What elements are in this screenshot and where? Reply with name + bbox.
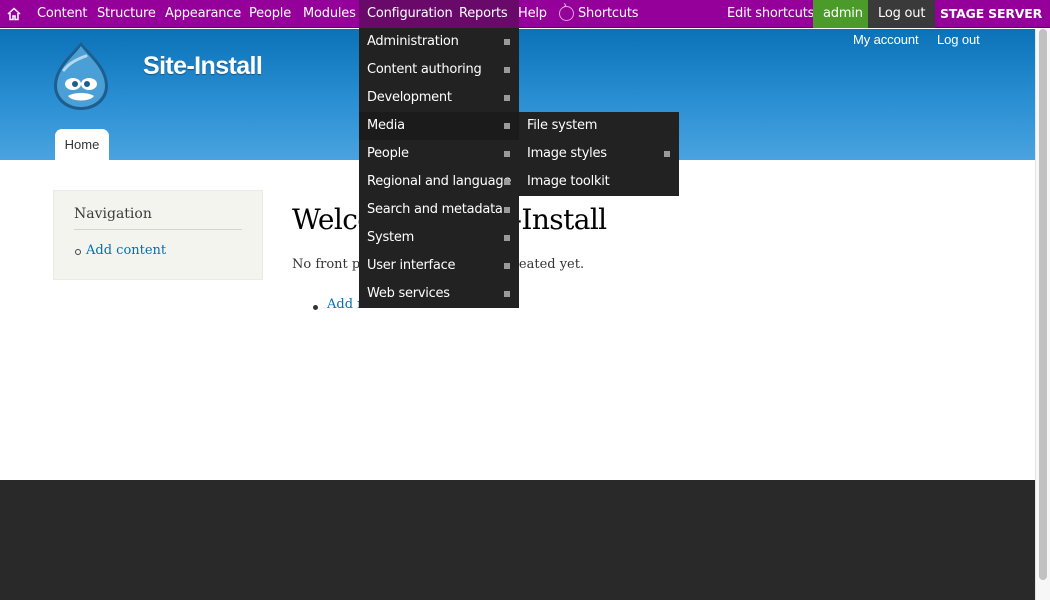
toolbar-logout-link[interactable]: Log out bbox=[868, 0, 936, 28]
site-footer bbox=[0, 480, 1035, 600]
submenu-arrow-icon bbox=[504, 95, 510, 101]
bullet-icon bbox=[313, 305, 318, 310]
toolbar-reports[interactable]: Reports bbox=[459, 0, 508, 28]
edit-shortcuts-link[interactable]: Edit shortcuts bbox=[727, 0, 814, 28]
header-logout-link[interactable]: Log out bbox=[937, 32, 980, 47]
configuration-dropdown-menu: Administration Content authoring Develop… bbox=[359, 28, 519, 308]
submenu-item-label: File system bbox=[527, 118, 598, 133]
toolbar-content[interactable]: Content bbox=[37, 0, 88, 28]
menu-item-label: Regional and language bbox=[367, 174, 512, 189]
submenu-arrow-icon bbox=[504, 235, 510, 241]
menu-item-label: Development bbox=[367, 90, 452, 105]
menu-item-label: People bbox=[367, 146, 409, 161]
submenu-item-label: Image toolkit bbox=[527, 174, 610, 189]
vertical-scrollbar[interactable] bbox=[1035, 29, 1050, 600]
submenu-arrow-icon bbox=[504, 207, 510, 213]
tab-home[interactable]: Home bbox=[55, 129, 109, 160]
home-icon bbox=[7, 7, 21, 21]
my-account-link[interactable]: My account bbox=[853, 32, 919, 47]
toolbar-help[interactable]: Help bbox=[518, 0, 547, 28]
menu-item-people[interactable]: People bbox=[359, 140, 519, 168]
submenu-arrow-icon bbox=[504, 67, 510, 73]
submenu-arrow-icon bbox=[504, 263, 510, 269]
menu-item-web-services[interactable]: Web services bbox=[359, 280, 519, 308]
menu-item-system[interactable]: System bbox=[359, 224, 519, 252]
navigation-title: Navigation bbox=[74, 206, 152, 222]
menu-item-content-authoring[interactable]: Content authoring bbox=[359, 56, 519, 84]
chevron-right-circle-icon[interactable]: › bbox=[559, 0, 574, 21]
menu-item-label: Content authoring bbox=[367, 62, 482, 77]
site-name[interactable]: Site-Install bbox=[143, 52, 263, 81]
submenu-arrow-icon bbox=[504, 179, 510, 185]
toolbar-modules[interactable]: Modules bbox=[303, 0, 356, 28]
menu-item-media[interactable]: Media bbox=[359, 112, 519, 140]
menu-item-label: System bbox=[367, 230, 414, 245]
submenu-arrow-icon bbox=[504, 39, 510, 45]
user-account-link[interactable]: admin bbox=[813, 0, 873, 28]
toolbar-home[interactable] bbox=[0, 0, 28, 28]
add-content-link[interactable]: Add content bbox=[86, 243, 166, 258]
submenu-item-image-toolkit[interactable]: Image toolkit bbox=[519, 168, 679, 196]
menu-item-regional-and-language[interactable]: Regional and language bbox=[359, 168, 519, 196]
drupal-drop-logo[interactable] bbox=[50, 40, 112, 112]
menu-item-label: Web services bbox=[367, 286, 450, 301]
environment-badge: STAGE SERVER bbox=[940, 6, 1042, 21]
toolbar-appearance[interactable]: Appearance bbox=[165, 0, 241, 28]
menu-item-label: User interface bbox=[367, 258, 456, 273]
submenu-item-image-styles[interactable]: Image styles bbox=[519, 140, 679, 168]
navigation-block: Navigation Add content bbox=[53, 190, 263, 280]
media-submenu: File system Image styles Image toolkit bbox=[519, 112, 679, 196]
menu-item-administration[interactable]: Administration bbox=[359, 28, 519, 56]
toolbar-people[interactable]: People bbox=[249, 0, 291, 28]
menu-item-label: Search and metadata bbox=[367, 202, 503, 217]
menu-item-search-and-metadata[interactable]: Search and metadata bbox=[359, 196, 519, 224]
submenu-arrow-icon bbox=[504, 291, 510, 297]
scrollbar-thumb[interactable] bbox=[1039, 29, 1047, 580]
bullet-icon bbox=[75, 249, 81, 255]
submenu-arrow-icon bbox=[504, 151, 510, 157]
submenu-arrow-icon bbox=[664, 151, 670, 157]
menu-item-development[interactable]: Development bbox=[359, 84, 519, 112]
menu-item-label: Administration bbox=[367, 34, 459, 49]
submenu-item-label: Image styles bbox=[527, 146, 607, 161]
submenu-arrow-icon bbox=[504, 123, 510, 129]
toolbar-shortcuts[interactable]: Shortcuts bbox=[578, 0, 639, 28]
toolbar-structure[interactable]: Structure bbox=[97, 0, 156, 28]
submenu-item-file-system[interactable]: File system bbox=[519, 112, 679, 140]
menu-item-user-interface[interactable]: User interface bbox=[359, 252, 519, 280]
admin-toolbar: Content Structure Appearance People Modu… bbox=[0, 0, 1050, 28]
menu-item-label: Media bbox=[367, 118, 405, 133]
divider bbox=[74, 229, 242, 230]
